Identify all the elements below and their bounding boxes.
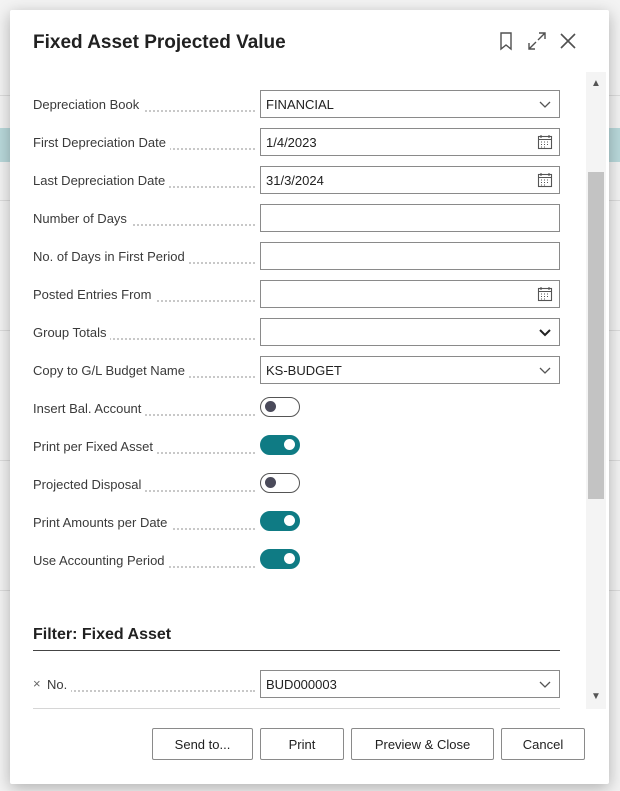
field-value: FINANCIAL	[266, 97, 334, 112]
toggle-knob	[265, 477, 276, 488]
use-accounting-period-toggle[interactable]	[260, 549, 300, 569]
send-to-button[interactable]: Send to...	[152, 728, 253, 760]
toggle-label: Projected Disposal	[33, 477, 146, 492]
last-depreciation-date-input[interactable]: 31/3/2024	[260, 166, 560, 194]
chevron-down-icon[interactable]	[537, 96, 553, 112]
close-icon[interactable]	[557, 30, 579, 52]
toggle-row-projected-disposal: Projected Disposal	[33, 470, 560, 500]
toggle-row-insert-bal-account: Insert Bal. Account	[33, 394, 560, 424]
toggle-knob	[265, 401, 276, 412]
toggle-row-print-amounts-per-date: Print Amounts per Date	[33, 508, 560, 538]
field-value: 1/4/2023	[266, 135, 317, 150]
expand-icon[interactable]	[526, 30, 548, 52]
calendar-icon[interactable]	[537, 172, 553, 188]
group-totals-select[interactable]	[260, 318, 560, 346]
field-value: KS-BUDGET	[266, 363, 342, 378]
footer-divider	[33, 708, 560, 709]
field-label: First Depreciation Date	[33, 135, 170, 150]
projected-disposal-toggle[interactable]	[260, 473, 300, 493]
calendar-icon[interactable]	[537, 286, 553, 302]
print-per-fixed-asset-toggle[interactable]	[260, 435, 300, 455]
print-button[interactable]: Print	[260, 728, 344, 760]
field-row-copy-to-budget: Copy to G/L Budget Name KS-BUDGET	[33, 356, 560, 386]
gl-budget-name-dropdown[interactable]: KS-BUDGET	[260, 356, 560, 384]
chevron-down-icon[interactable]	[537, 676, 553, 692]
report-request-dialog: Fixed Asset Projected Value Depreciation…	[10, 10, 609, 784]
field-row-first-depreciation-date: First Depreciation Date 1/4/2023	[33, 128, 560, 158]
field-label: Depreciation Book	[33, 97, 144, 112]
field-value: 31/3/2024	[266, 173, 324, 188]
print-amounts-per-date-toggle[interactable]	[260, 511, 300, 531]
filter-field-label: No.	[47, 677, 72, 692]
toggle-label: Use Accounting Period	[33, 553, 169, 568]
calendar-icon[interactable]	[537, 134, 553, 150]
remove-filter-icon[interactable]: ×	[33, 676, 41, 691]
field-row-posted-entries-from: Posted Entries From	[33, 280, 560, 310]
first-depreciation-date-input[interactable]: 1/4/2023	[260, 128, 560, 156]
label-dots	[47, 690, 255, 692]
field-label: Last Depreciation Date	[33, 173, 170, 188]
fixed-asset-no-filter-dropdown[interactable]: BUD000003	[260, 670, 560, 698]
toggle-knob	[284, 515, 295, 526]
field-label: Copy to G/L Budget Name	[33, 363, 189, 378]
toggle-knob	[284, 439, 295, 450]
cancel-button[interactable]: Cancel	[501, 728, 585, 760]
toggle-knob	[284, 553, 295, 564]
filter-row-no: × No. BUD000003	[33, 670, 560, 700]
number-of-days-input[interactable]	[260, 204, 560, 232]
field-label: Posted Entries From	[33, 287, 156, 302]
scroll-down-arrow-icon[interactable]: ▼	[590, 691, 602, 703]
toggle-label: Print Amounts per Date	[33, 515, 172, 530]
days-in-first-period-input[interactable]	[260, 242, 560, 270]
dialog-title: Fixed Asset Projected Value	[33, 32, 286, 53]
vertical-scrollbar[interactable]: ▲ ▼	[586, 72, 606, 709]
field-label: No. of Days in First Period	[33, 249, 189, 264]
preview-close-button[interactable]: Preview & Close	[351, 728, 494, 760]
field-row-number-of-days: Number of Days	[33, 204, 560, 234]
field-row-group-totals: Group Totals	[33, 318, 560, 348]
toggle-row-use-accounting-period: Use Accounting Period	[33, 546, 560, 576]
toggle-row-print-per-fixed-asset: Print per Fixed Asset	[33, 432, 560, 462]
filter-section-divider	[33, 650, 560, 651]
field-row-depreciation-book: Depreciation Book FINANCIAL	[33, 90, 560, 120]
chevron-down-icon[interactable]	[537, 324, 553, 340]
scrollbar-thumb[interactable]	[588, 172, 604, 499]
filter-section-title: Filter: Fixed Asset	[33, 626, 172, 643]
scroll-up-arrow-icon[interactable]: ▲	[590, 78, 602, 90]
posted-entries-from-input[interactable]	[260, 280, 560, 308]
options-scroll-area: Depreciation Book FINANCIAL First Deprec…	[10, 72, 609, 709]
field-label: Number of Days	[33, 211, 131, 226]
insert-bal-account-toggle[interactable]	[260, 397, 300, 417]
chevron-down-icon[interactable]	[537, 362, 553, 378]
field-label: Group Totals	[33, 325, 111, 340]
field-row-days-in-first-period: No. of Days in First Period	[33, 242, 560, 272]
field-row-last-depreciation-date: Last Depreciation Date 31/3/2024	[33, 166, 560, 196]
depreciation-book-dropdown[interactable]: FINANCIAL	[260, 90, 560, 118]
toggle-label: Print per Fixed Asset	[33, 439, 157, 454]
bookmark-icon[interactable]	[495, 30, 517, 52]
toggle-label: Insert Bal. Account	[33, 401, 146, 416]
field-value: BUD000003	[266, 677, 337, 692]
